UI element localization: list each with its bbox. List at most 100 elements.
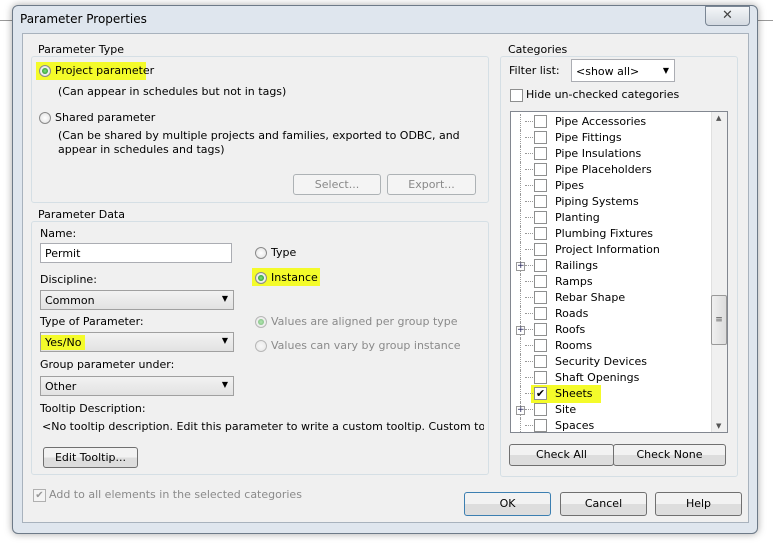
check-none-button[interactable]: Check None [613, 444, 726, 466]
category-checkbox[interactable] [534, 259, 547, 272]
category-checkbox[interactable] [534, 403, 547, 416]
tree-item[interactable]: + Roofs [511, 322, 711, 338]
tree-line [520, 114, 521, 130]
filter-list-value: <show all> [576, 65, 640, 78]
parameter-type-label: Parameter Type [36, 43, 126, 56]
chevron-down-icon: ▼ [662, 66, 669, 75]
shared-parameter-desc-2: appear in schedules and tags) [58, 143, 225, 156]
instance-label: Instance [271, 271, 318, 284]
category-checkbox[interactable] [534, 195, 547, 208]
category-checkbox[interactable] [534, 227, 547, 240]
category-checkbox[interactable] [534, 163, 547, 176]
tree-line [520, 226, 521, 242]
tree-item[interactable]: Rebar Shape [511, 290, 711, 306]
tree-item[interactable]: Project Information [511, 242, 711, 258]
type-of-parameter-label: Type of Parameter: [40, 315, 144, 328]
category-checkbox[interactable] [534, 291, 547, 304]
tree-item[interactable]: ✔ Sheets [511, 385, 711, 403]
type-of-parameter-value: Yes/No [41, 335, 86, 350]
tree-item[interactable]: + Site [511, 402, 711, 418]
close-icon: ✕ [722, 8, 733, 23]
tree-item[interactable]: Ramps [511, 274, 711, 290]
tree-item[interactable]: Roads [511, 306, 711, 322]
tree-item[interactable]: + Railings [511, 258, 711, 274]
category-checkbox[interactable] [534, 323, 547, 336]
category-checkbox[interactable] [534, 339, 547, 352]
tree-item[interactable]: Rooms [511, 338, 711, 354]
expand-icon[interactable]: + [516, 262, 525, 271]
category-label: Roofs [555, 323, 586, 336]
category-checkbox[interactable] [534, 419, 547, 432]
expand-icon[interactable]: + [516, 326, 525, 335]
add-to-all-label: Add to all elements in the selected cate… [49, 488, 302, 501]
tree-item[interactable]: Pipe Accessories [511, 114, 711, 130]
category-checkbox[interactable] [534, 147, 547, 160]
type-of-parameter-select[interactable]: Yes/No [40, 332, 234, 352]
select-button[interactable]: Select... [293, 174, 381, 195]
project-parameter-desc: (Can appear in schedules but not in tags… [58, 85, 287, 98]
tree-item[interactable]: Planting [511, 210, 711, 226]
category-label: Shaft Openings [555, 371, 640, 384]
filter-list-label: Filter list: [509, 64, 560, 77]
tree-item[interactable]: Piping Systems [511, 194, 711, 210]
ok-button[interactable]: OK [464, 492, 551, 516]
category-checkbox[interactable] [534, 275, 547, 288]
filter-list-select[interactable]: <show all> ▼ [571, 59, 675, 82]
cancel-button[interactable]: Cancel [560, 492, 647, 516]
category-checkbox[interactable] [534, 131, 547, 144]
scroll-up-icon[interactable]: ▲ [716, 114, 721, 122]
scroll-down-icon[interactable]: ▼ [716, 422, 721, 430]
category-label: Ramps [555, 275, 593, 288]
help-button[interactable]: Help [655, 492, 742, 516]
edit-tooltip-button[interactable]: Edit Tooltip... [43, 447, 138, 468]
category-checkbox[interactable] [534, 355, 547, 368]
tree-line [520, 370, 521, 386]
category-label: Pipe Fittings [555, 131, 622, 144]
group-parameter-label: Group parameter under: [40, 358, 175, 371]
values-aligned-radio[interactable] [255, 316, 267, 328]
instance-radio[interactable] [255, 272, 267, 284]
discipline-select[interactable]: Common [40, 290, 234, 310]
category-checkbox[interactable] [534, 243, 547, 256]
name-label: Name: [40, 227, 77, 240]
scrollbar-thumb[interactable]: ≡ [711, 295, 727, 345]
values-vary-radio[interactable] [255, 340, 267, 352]
name-input[interactable]: Permit [40, 243, 232, 263]
close-button[interactable]: ✕ [705, 6, 750, 26]
category-label: Rebar Shape [555, 291, 626, 304]
group-parameter-select[interactable]: Other [40, 376, 234, 396]
category-checkbox[interactable] [534, 371, 547, 384]
category-checkbox[interactable]: ✔ [534, 387, 547, 400]
parameter-data-label: Parameter Data [36, 208, 127, 221]
check-all-button[interactable]: Check All [509, 444, 614, 466]
tree-item[interactable]: Spaces [511, 418, 711, 432]
tree-line [520, 338, 521, 354]
tree-line [520, 354, 521, 370]
export-button[interactable]: Export... [387, 174, 476, 195]
tree-item[interactable]: Pipes [511, 178, 711, 194]
category-checkbox[interactable] [534, 179, 547, 192]
tree-line [520, 306, 521, 322]
type-radio[interactable] [255, 247, 267, 259]
shared-parameter-radio[interactable] [39, 112, 51, 124]
tree-item[interactable]: Shaft Openings [511, 370, 711, 386]
tree-item[interactable]: Pipe Insulations [511, 146, 711, 162]
category-checkbox[interactable] [534, 307, 547, 320]
tree-item[interactable]: Pipe Placeholders [511, 162, 711, 178]
tree-line [520, 274, 521, 290]
tree-line [520, 178, 521, 194]
category-checkbox[interactable] [534, 115, 547, 128]
add-to-all-checkbox[interactable]: ✔ [33, 489, 46, 502]
tree-item[interactable]: Pipe Fittings [511, 130, 711, 146]
tree-scrollbar[interactable]: ▲ ▼ [711, 112, 727, 432]
tooltip-description-label: Tooltip Description: [40, 402, 146, 415]
project-parameter-radio[interactable] [39, 65, 51, 77]
category-label: Pipe Accessories [555, 115, 647, 128]
shared-parameter-desc-1: (Can be shared by multiple projects and … [58, 129, 460, 142]
tree-item[interactable]: Plumbing Fixtures [511, 226, 711, 242]
expand-icon[interactable]: + [516, 406, 525, 415]
tree-item[interactable]: Security Devices [511, 354, 711, 370]
hide-unchecked-checkbox[interactable] [510, 89, 523, 102]
category-checkbox[interactable] [534, 211, 547, 224]
category-label: Pipes [555, 179, 584, 192]
